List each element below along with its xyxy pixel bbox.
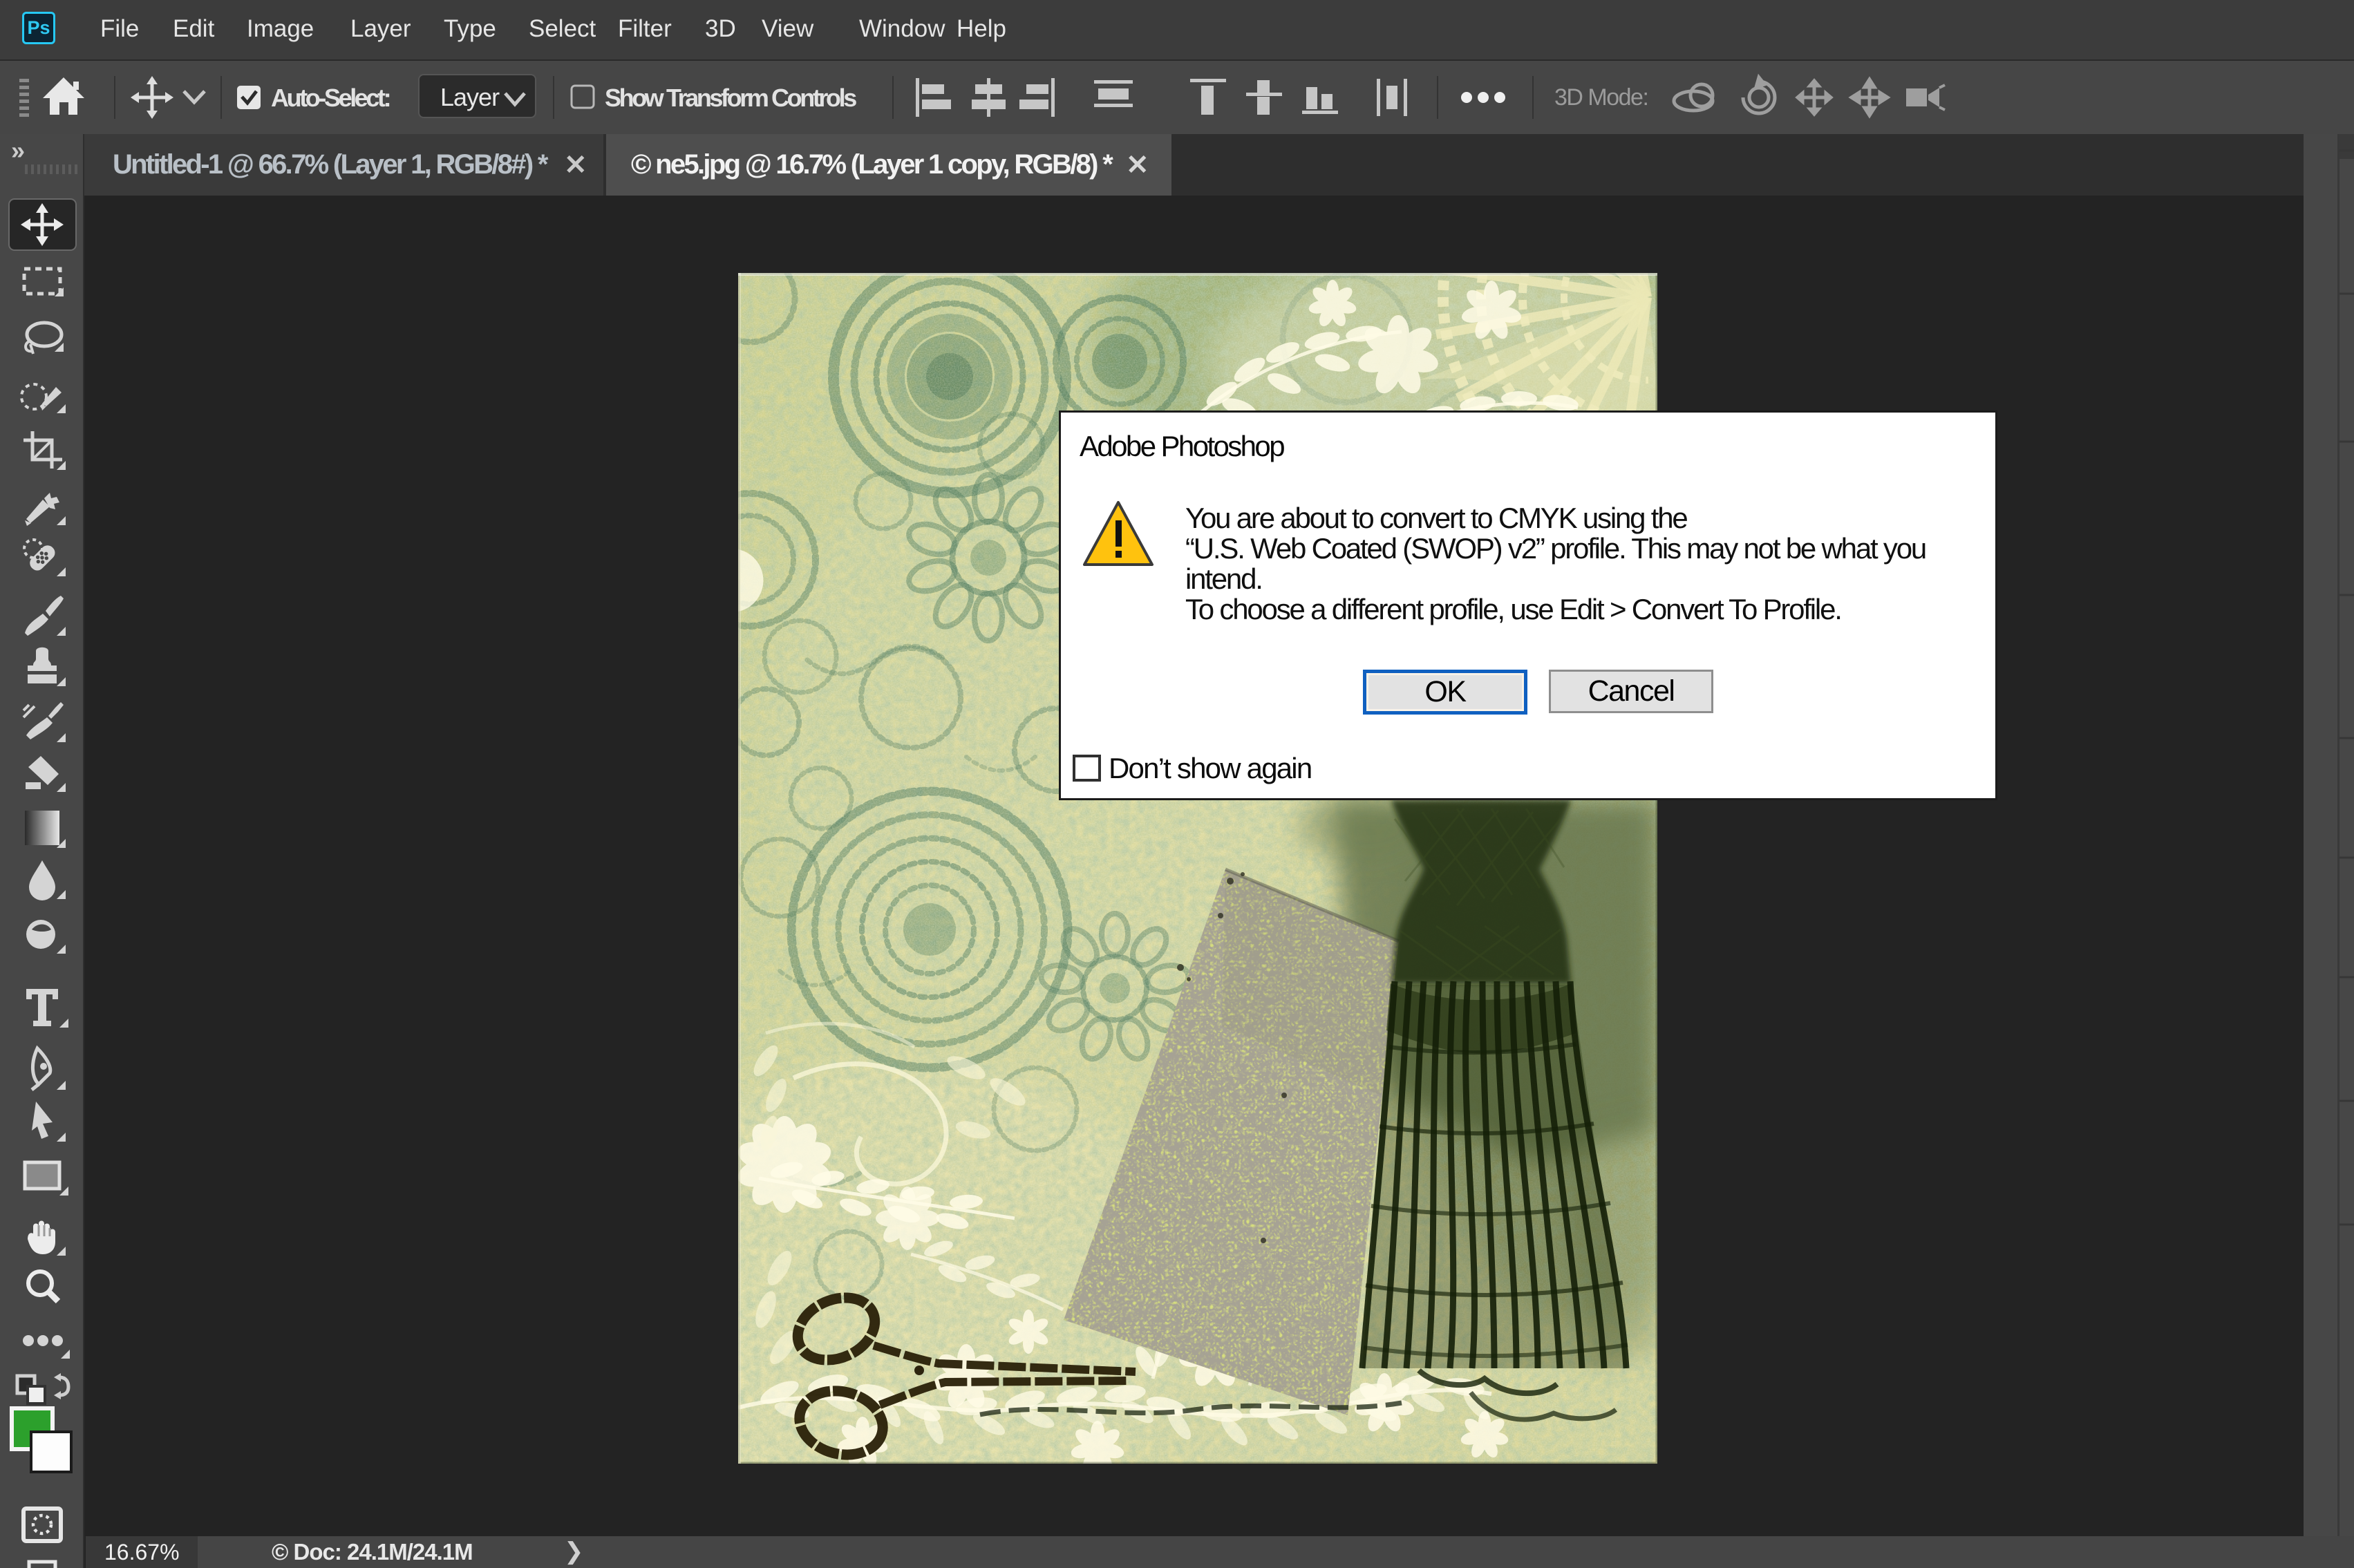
svg-text:»: » xyxy=(11,136,25,164)
svg-text:3D Mode:: 3D Mode: xyxy=(1554,84,1648,111)
